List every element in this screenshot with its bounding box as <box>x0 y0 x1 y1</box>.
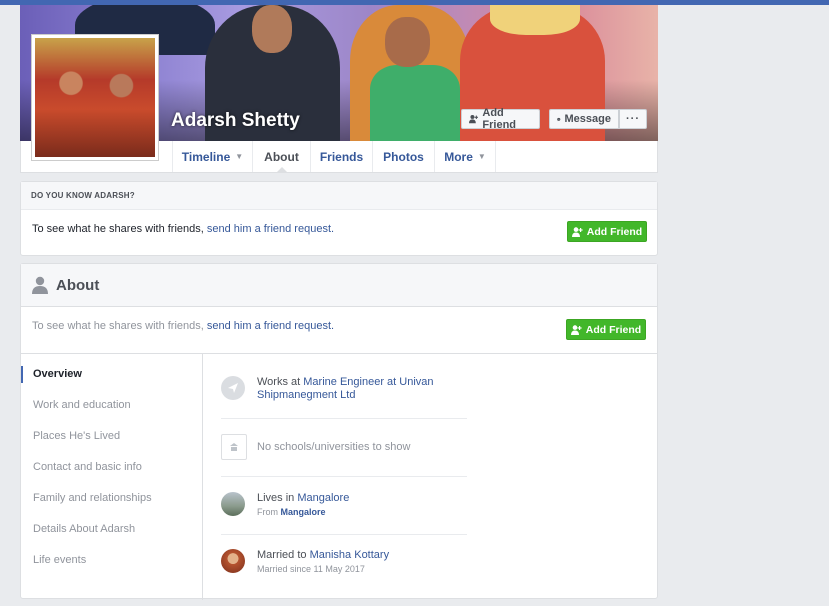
tab-label: Timeline <box>181 149 231 164</box>
profile-picture-image <box>35 38 155 157</box>
cover-figure <box>370 65 460 141</box>
education-text: No schools/universities to show <box>257 441 411 453</box>
lives-link[interactable]: Mangalore <box>297 492 349 504</box>
sidenav-item-places-lived[interactable]: Places He's Lived <box>33 430 120 442</box>
add-friend-button[interactable]: Add Friend <box>461 107 540 131</box>
briefcase-icon <box>221 376 245 400</box>
overview-education: No schools/universities to show <box>221 434 467 460</box>
tab-label: Friends <box>319 149 364 164</box>
about-note: To see what he shares with friends, send… <box>32 320 334 332</box>
message-label: Message <box>564 113 611 125</box>
overview-work: Works at Marine Engineer at Univan Shipm… <box>221 376 467 410</box>
relationship-text: Married to Manisha Kottary Married since… <box>257 549 467 576</box>
about-header: About <box>21 264 657 307</box>
tab-timeline[interactable]: Timeline ▼ <box>172 141 252 172</box>
active-indicator <box>21 366 23 383</box>
add-friend-button[interactable]: Add Friend <box>566 319 646 340</box>
relationship-prefix: Married to <box>257 549 307 561</box>
tab-photos[interactable]: Photos <box>372 141 434 172</box>
spouse-link[interactable]: Manisha Kottary <box>310 549 389 561</box>
work-text: Works at Marine Engineer at Univan Shipm… <box>257 376 467 402</box>
tab-about[interactable]: About <box>252 141 310 173</box>
spouse-avatar[interactable] <box>221 549 245 573</box>
cover-figure <box>490 5 580 35</box>
divider <box>221 476 467 477</box>
tab-friends[interactable]: Friends <box>310 141 372 172</box>
tab-label: More <box>444 149 473 164</box>
about-title: About <box>56 276 100 294</box>
tab-label: Photos <box>383 149 424 164</box>
friend-request-link[interactable]: send him a friend request. <box>207 223 334 235</box>
do-you-know-panel: DO YOU KNOW ADARSH? To see what he share… <box>20 181 658 256</box>
lives-text: Lives in Mangalore From Mangalore <box>257 492 467 519</box>
profile-picture[interactable] <box>31 34 159 161</box>
message-button[interactable]: Message <box>549 109 619 129</box>
cover-figure <box>252 5 292 53</box>
do-you-know-text: To see what he shares with friends, send… <box>32 223 334 235</box>
more-options-button[interactable]: ··· <box>619 109 647 129</box>
profile-name[interactable]: Adarsh Shetty <box>171 110 300 132</box>
sidenav-item-details[interactable]: Details About Adarsh <box>33 523 135 535</box>
divider <box>221 534 467 535</box>
more-options-icon: ··· <box>626 113 640 125</box>
add-friend-label: Add Friend <box>586 225 643 238</box>
about-note-prefix: To see what he shares with friends, <box>32 320 204 332</box>
sidenav-item-work-education[interactable]: Work and education <box>33 399 131 411</box>
add-friend-icon <box>469 114 479 124</box>
sidenav-item-contact-info[interactable]: Contact and basic info <box>33 461 142 473</box>
chevron-down-icon: ▼ <box>477 152 486 161</box>
do-you-know-heading: DO YOU KNOW ADARSH? <box>21 182 657 210</box>
overview-relationship: Married to Manisha Kottary Married since… <box>221 549 467 577</box>
do-you-know-prefix: To see what he shares with friends, <box>32 223 204 235</box>
married-since-text: Married since 11 May 2017 <box>257 564 365 574</box>
location-photo-icon[interactable] <box>221 492 245 516</box>
tab-more[interactable]: More ▼ <box>434 141 496 172</box>
add-friend-button[interactable]: Add Friend <box>567 221 647 242</box>
about-body: Overview Work and education Places He's … <box>21 353 657 600</box>
work-prefix: Works at <box>257 376 301 388</box>
cover-figure <box>385 17 430 67</box>
messenger-icon <box>557 117 561 121</box>
school-icon <box>221 434 247 460</box>
add-friend-icon <box>571 226 583 237</box>
person-icon <box>32 276 48 294</box>
friend-request-link[interactable]: send him a friend request. <box>207 320 334 332</box>
sidenav-item-family-relationships[interactable]: Family and relationships <box>33 492 152 504</box>
divider <box>221 418 467 419</box>
about-sidenav: Overview Work and education Places He's … <box>21 354 203 600</box>
lives-prefix: Lives in <box>257 492 295 504</box>
about-panel: About To see what he shares with friends… <box>20 263 658 600</box>
hometown-subtext: From Mangalore <box>257 506 467 519</box>
hometown-link[interactable]: Mangalore <box>281 507 326 517</box>
add-friend-label: Add Friend <box>585 323 642 336</box>
sidenav-item-overview[interactable]: Overview <box>33 368 82 380</box>
overview-lives: Lives in Mangalore From Mangalore <box>221 492 467 520</box>
add-friend-icon <box>570 324 582 335</box>
add-friend-label: Add Friend <box>482 107 517 131</box>
hometown-prefix: From <box>257 507 278 517</box>
sidenav-item-life-events[interactable]: Life events <box>33 554 86 566</box>
tab-label: About <box>264 149 299 164</box>
chevron-down-icon: ▼ <box>235 152 244 161</box>
